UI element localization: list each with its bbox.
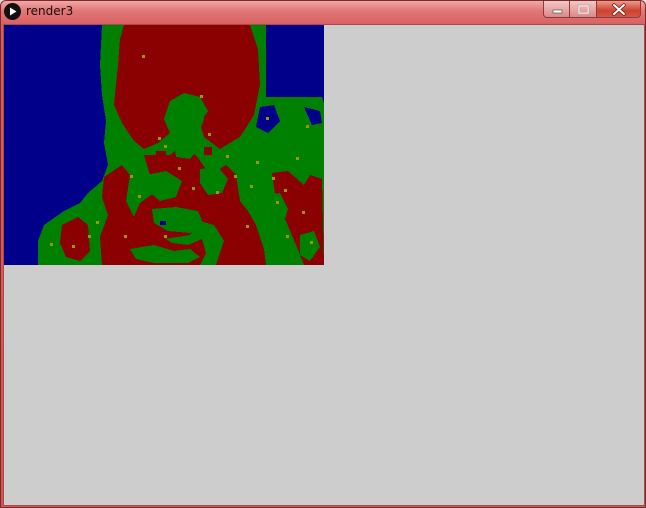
play-icon[interactable]	[4, 3, 21, 20]
window-title: render3	[26, 4, 74, 18]
minimize-button[interactable]	[543, 1, 570, 18]
close-icon	[612, 3, 626, 16]
title-bar[interactable]: render3	[1, 1, 645, 23]
sketch-client-area	[4, 25, 644, 505]
maximize-button[interactable]	[570, 1, 597, 18]
window-controls	[543, 1, 641, 18]
minimize-icon	[552, 9, 563, 14]
segmentation-image	[4, 25, 324, 265]
close-button[interactable]	[597, 1, 641, 18]
maximize-icon	[577, 4, 590, 15]
segmented-video-frame	[4, 25, 324, 265]
app-window: render3	[0, 0, 646, 508]
